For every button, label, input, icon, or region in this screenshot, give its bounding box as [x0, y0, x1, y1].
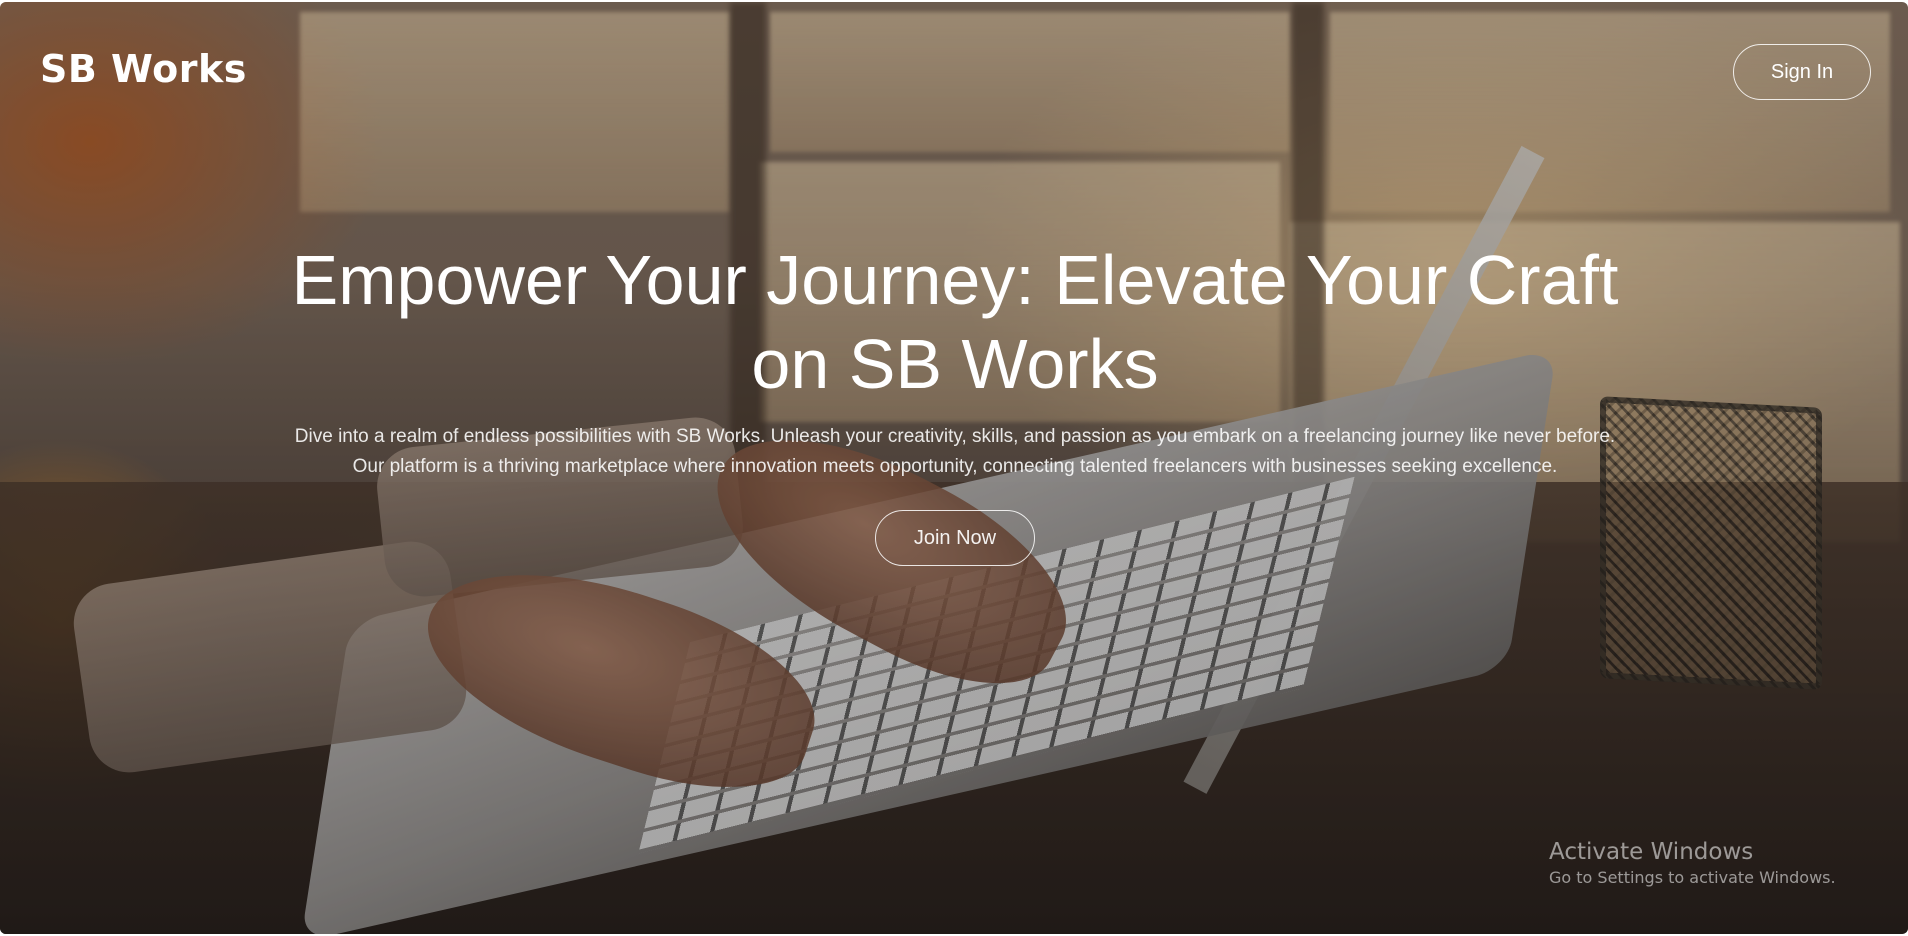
windows-activation-watermark: Activate Windows Go to Settings to activ…	[1549, 838, 1836, 890]
hero-title: Empower Your Journey: Elevate Your Craft…	[291, 241, 1619, 403]
sign-in-button[interactable]: Sign In	[1733, 44, 1871, 100]
watermark-title: Activate Windows	[1549, 839, 1754, 865]
watermark-subtitle: Go to Settings to activate Windows.	[1549, 868, 1836, 887]
landing-page: SB Works Sign In Empower Your Journey: E…	[0, 2, 1908, 934]
brand-logo[interactable]: SB Works	[40, 50, 247, 88]
hero-description: Dive into a realm of endless possibiliti…	[294, 426, 1616, 477]
join-now-button[interactable]: Join Now	[875, 510, 1035, 566]
hero-content: Empower Your Journey: Elevate Your Craft…	[250, 238, 1660, 482]
